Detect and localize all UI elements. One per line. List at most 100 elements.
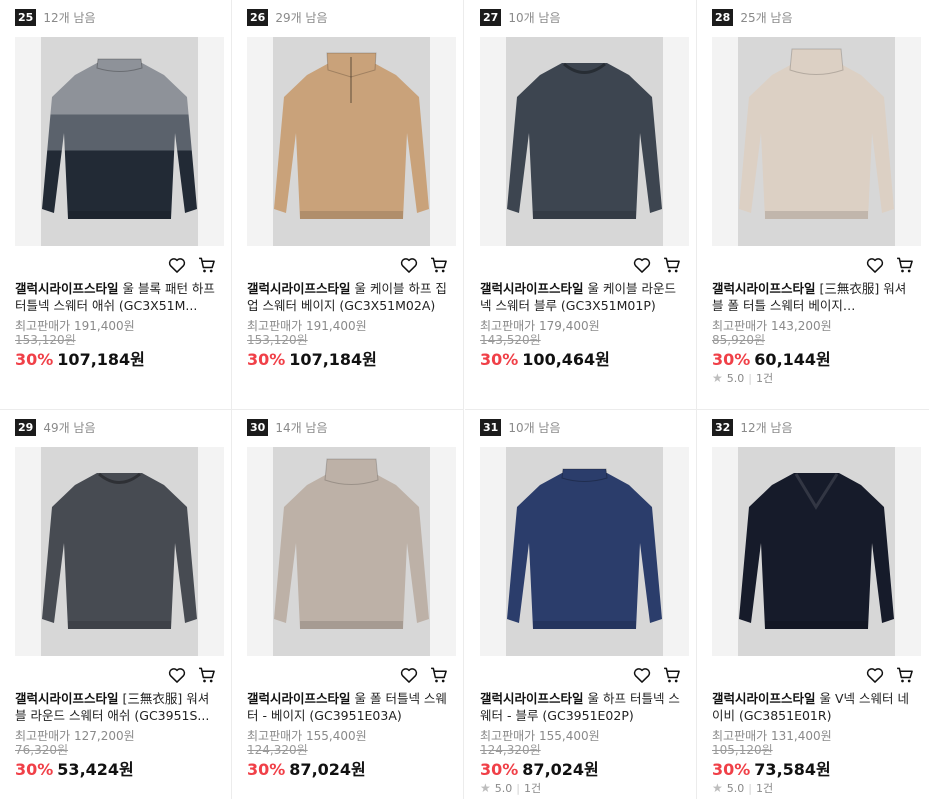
rank-badge: 25	[15, 8, 37, 26]
product-card[interactable]: 26 29개 남음 갤럭시라이프스타일 울 케이블 하프 집업 스웨터 베이지 …	[232, 0, 464, 410]
product-image[interactable]	[15, 37, 224, 246]
product-image[interactable]	[247, 37, 456, 246]
sweater-image	[506, 37, 663, 246]
heart-icon[interactable]	[865, 665, 885, 685]
heart-icon[interactable]	[167, 665, 187, 685]
sale-price: 53,424원	[57, 760, 134, 779]
product-title[interactable]: 갤럭시라이프스타일 울 하프 터틀넥 스웨터 - 블루 (GC3951E02P)	[480, 690, 680, 724]
sale-price: 87,024원	[289, 760, 366, 779]
rating-score: 5.0	[726, 371, 745, 385]
product-title[interactable]: 갤럭시라이프스타일 울 V넥 스웨터 네이비 (GC3851E01R)	[712, 690, 912, 724]
star-icon: ★	[480, 781, 491, 795]
sale-price: 73,584원	[754, 760, 831, 779]
sweater-image	[738, 37, 895, 246]
cart-icon[interactable]	[662, 665, 682, 685]
stock-remaining: 12개 남음	[740, 420, 793, 435]
product-title[interactable]: 갤럭시라이프스타일 울 폴 터틀넥 스웨터 - 베이지 (GC3951E03A)	[247, 690, 447, 724]
card-actions	[632, 665, 682, 685]
product-grid: 25 12개 남음 갤럭시라이프스타일 울 블록 패턴 하프 터틀넥 스웨터 애…	[0, 0, 930, 799]
sweater-image	[273, 37, 430, 246]
product-title[interactable]: 갤럭시라이프스타일 울 블록 패턴 하프 터틀넥 스웨터 애쉬 (GC3X51M…	[15, 280, 215, 314]
rank-badge: 32	[712, 418, 734, 436]
cart-icon[interactable]	[429, 255, 449, 275]
rank-badge: 28	[712, 8, 734, 26]
rank-badge: 27	[480, 8, 502, 26]
cart-icon[interactable]	[662, 255, 682, 275]
stock-remaining: 12개 남음	[43, 10, 96, 25]
brand-name: 갤럭시라이프스타일	[480, 691, 584, 706]
discount-rate: 30%	[247, 350, 286, 369]
sweater-image	[273, 447, 430, 656]
product-title[interactable]: 갤럭시라이프스타일 [三無衣服] 워셔블 라운드 스웨터 애쉬 (GC3951S…	[15, 690, 215, 724]
product-card[interactable]: 27 10개 남음 갤럭시라이프스타일 울 케이블 라운드 넥 스웨터 블루 (…	[465, 0, 697, 410]
rank-row: 29 49개 남음	[15, 418, 96, 436]
sale-price: 60,144원	[754, 350, 831, 369]
card-actions	[865, 255, 915, 275]
stock-remaining: 10개 남음	[508, 10, 561, 25]
rank-badge: 30	[247, 418, 269, 436]
divider: |	[748, 781, 752, 795]
product-card[interactable]: 31 10개 남음 갤럭시라이프스타일 울 하프 터틀넥 스웨터 - 블루 (G…	[465, 410, 697, 799]
heart-icon[interactable]	[632, 665, 652, 685]
sweater-image	[41, 447, 198, 656]
sale-price-row: 30% 53,424원	[15, 756, 134, 780]
cart-icon[interactable]	[197, 665, 217, 685]
review-count: 1건	[755, 372, 774, 385]
card-actions	[167, 255, 217, 275]
discount-rate: 30%	[247, 760, 286, 779]
discount-rate: 30%	[480, 350, 519, 369]
card-actions	[167, 665, 217, 685]
rank-row: 26 29개 남음	[247, 8, 328, 26]
cart-icon[interactable]	[429, 665, 449, 685]
discount-rate: 30%	[712, 760, 751, 779]
product-image[interactable]	[15, 447, 224, 656]
sale-price-row: 30% 87,024원	[480, 756, 599, 780]
cart-icon[interactable]	[197, 255, 217, 275]
rating: ★ 5.0 | 1건	[480, 780, 541, 796]
sale-price: 100,464원	[522, 350, 610, 369]
rank-row: 27 10개 남음	[480, 8, 561, 26]
product-image[interactable]	[712, 37, 921, 246]
heart-icon[interactable]	[865, 255, 885, 275]
product-image[interactable]	[712, 447, 921, 656]
product-card[interactable]: 29 49개 남음 갤럭시라이프스타일 [三無衣服] 워셔블 라운드 스웨터 애…	[0, 410, 232, 799]
cart-icon[interactable]	[895, 665, 915, 685]
divider: |	[748, 371, 752, 385]
product-card[interactable]: 32 12개 남음 갤럭시라이프스타일 울 V넥 스웨터 네이비 (GC3851…	[697, 410, 929, 799]
rating: ★ 5.0 | 1건	[712, 370, 773, 386]
product-image[interactable]	[247, 447, 456, 656]
divider: |	[516, 781, 520, 795]
card-actions	[399, 665, 449, 685]
cart-icon[interactable]	[895, 255, 915, 275]
brand-name: 갤럭시라이프스타일	[15, 691, 119, 706]
card-actions	[399, 255, 449, 275]
heart-icon[interactable]	[632, 255, 652, 275]
discount-rate: 30%	[480, 760, 519, 779]
rank-badge: 31	[480, 418, 502, 436]
brand-name: 갤럭시라이프스타일	[247, 281, 351, 296]
product-title[interactable]: 갤럭시라이프스타일 [三無衣服] 워셔블 폴 터틀 스웨터 베이지 (GC395…	[712, 280, 912, 314]
card-actions	[865, 665, 915, 685]
brand-name: 갤럭시라이프스타일	[480, 281, 584, 296]
rank-badge: 29	[15, 418, 37, 436]
product-card[interactable]: 28 25개 남음 갤럭시라이프스타일 [三無衣服] 워셔블 폴 터틀 스웨터 …	[697, 0, 929, 410]
sweater-image	[41, 37, 198, 246]
sweater-image	[738, 447, 895, 656]
product-title[interactable]: 갤럭시라이프스타일 울 케이블 하프 집업 스웨터 베이지 (GC3X51M02…	[247, 280, 447, 314]
product-title[interactable]: 갤럭시라이프스타일 울 케이블 라운드 넥 스웨터 블루 (GC3X51M01P…	[480, 280, 680, 314]
product-card[interactable]: 25 12개 남음 갤럭시라이프스타일 울 블록 패턴 하프 터틀넥 스웨터 애…	[0, 0, 232, 410]
rating: ★ 5.0 | 1건	[712, 780, 773, 796]
heart-icon[interactable]	[399, 255, 419, 275]
review-count: 1건	[523, 782, 542, 795]
heart-icon[interactable]	[399, 665, 419, 685]
product-image[interactable]	[480, 447, 689, 656]
discount-rate: 30%	[712, 350, 751, 369]
product-image[interactable]	[480, 37, 689, 246]
stock-remaining: 10개 남음	[508, 420, 561, 435]
sale-price-row: 30% 73,584원	[712, 756, 831, 780]
product-card[interactable]: 30 14개 남음 갤럭시라이프스타일 울 폴 터틀넥 스웨터 - 베이지 (G…	[232, 410, 464, 799]
sweater-image	[506, 447, 663, 656]
rank-row: 31 10개 남음	[480, 418, 561, 436]
heart-icon[interactable]	[167, 255, 187, 275]
sale-price-row: 30% 87,024원	[247, 756, 366, 780]
